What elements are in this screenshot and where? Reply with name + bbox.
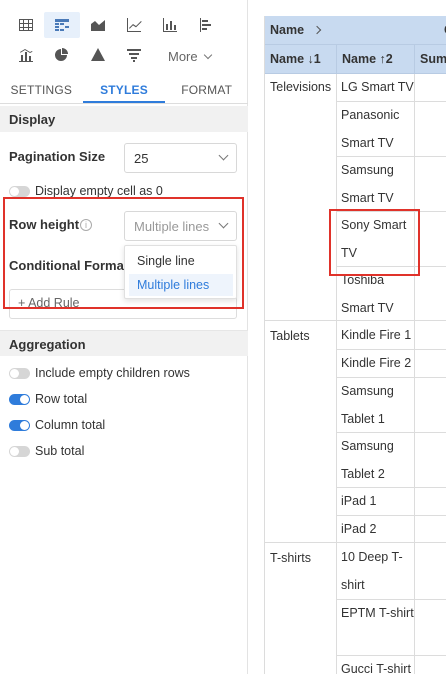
more-label: More [168,49,198,64]
table-cell: Kindle Fire 2 [341,356,412,370]
group-tshirts: T-shirts [270,551,311,565]
conditional-formatting-label: Conditional Formatting [9,258,127,273]
column-total-label: Column total [35,418,106,432]
pagination-size-label: Pagination Size [9,149,106,164]
tab-settings[interactable]: SETTINGS [0,79,83,103]
more-chart-types-button[interactable]: More [168,49,213,64]
pivot-table-icon[interactable] [44,12,80,38]
header-more: C [439,16,446,44]
row-total-label: Row total [35,392,88,406]
table-icon[interactable] [8,12,44,38]
group-televisions: Televisions [270,80,332,94]
info-icon[interactable]: i [80,219,92,231]
horizontal-bar-icon[interactable] [188,12,224,38]
pagination-size-select[interactable]: 25 [124,143,237,173]
line-chart-icon[interactable] [116,12,152,38]
table-cell: Samsung Tablet 2 [341,439,394,481]
row-height-label: Row height [9,217,80,232]
include-empty-rows-label: Include empty children rows [35,366,190,380]
include-empty-rows-toggle[interactable] [9,368,30,379]
combo-chart-icon[interactable] [8,42,44,68]
table-cell: Panasonic Smart TV [341,108,400,150]
aggregation-section-header[interactable]: Aggregation [0,330,248,356]
pyramid-icon[interactable] [80,42,116,68]
add-rule-label: + Add Rule [18,296,80,310]
table-cell: Kindle Fire 1 [341,328,412,342]
column-header-sum[interactable]: Sum [414,45,446,73]
chart-type-row-1 [8,12,224,38]
column-header-name-2[interactable]: Name ↑2 [336,45,412,73]
sub-total-toggle[interactable] [9,446,30,457]
pagination-size-value: 25 [134,151,149,166]
table-cell: EPTM T-shirt [341,606,414,620]
bar-chart-icon[interactable] [152,12,188,38]
row-height-dropdown: Single line Multiple lines [124,245,237,299]
grid-line [336,74,337,674]
table-cell-highlighted: Sony Smart TV [341,218,407,260]
tab-styles[interactable]: STYLES [82,79,166,103]
table-cell: iPad 1 [341,494,377,508]
row-height-placeholder: Multiple lines [134,219,210,234]
chevron-down-icon [218,150,229,161]
empty-cell-toggle[interactable] [9,186,30,197]
chevron-down-icon [218,218,229,229]
column-header-name-1[interactable]: Name ↓1 [265,45,336,73]
table-cell: Gucci T-shirt [341,662,411,674]
row-height-select[interactable]: Multiple lines [124,211,237,241]
pivot-table: Name C Name ↓1 Name ↑2 Sum Televisions T… [264,16,446,674]
table-cell: LG Smart TV [341,80,414,94]
tab-format[interactable]: FORMAT [165,79,248,103]
header-row-1: Name C [265,16,446,45]
header-row-2: Name ↓1 Name ↑2 Sum [265,45,446,74]
header-name-label: Name [270,23,305,37]
empty-cell-label: Display empty cell as 0 [35,184,163,198]
option-multiple-lines[interactable]: Multiple lines [129,274,233,296]
column-total-toggle[interactable] [9,420,30,431]
header-name-group[interactable]: Name [265,16,425,44]
table-cell: Toshiba Smart TV [341,273,394,315]
table-cell: iPad 2 [341,522,377,536]
table-cell: Samsung Tablet 1 [341,384,394,426]
styles-panel: More SETTINGS STYLES FORMAT Display Pagi… [0,0,248,674]
area-chart-icon[interactable] [80,12,116,38]
pie-chart-icon[interactable] [44,42,80,68]
panel-tabs: SETTINGS STYLES FORMAT [0,79,248,104]
funnel-icon[interactable] [116,42,152,68]
chevron-down-icon [204,50,213,60]
sub-total-label: Sub total [35,444,85,458]
chart-type-row-2 [8,42,152,68]
option-single-line[interactable]: Single line [129,250,233,272]
display-section-header[interactable]: Display [0,106,248,132]
group-tablets: Tablets [270,329,310,343]
table-cell: Samsung Smart TV [341,163,394,205]
chevron-right-icon[interactable] [312,25,321,35]
table-cell: 10 Deep T-shirt [341,550,403,592]
row-total-toggle[interactable] [9,394,30,405]
